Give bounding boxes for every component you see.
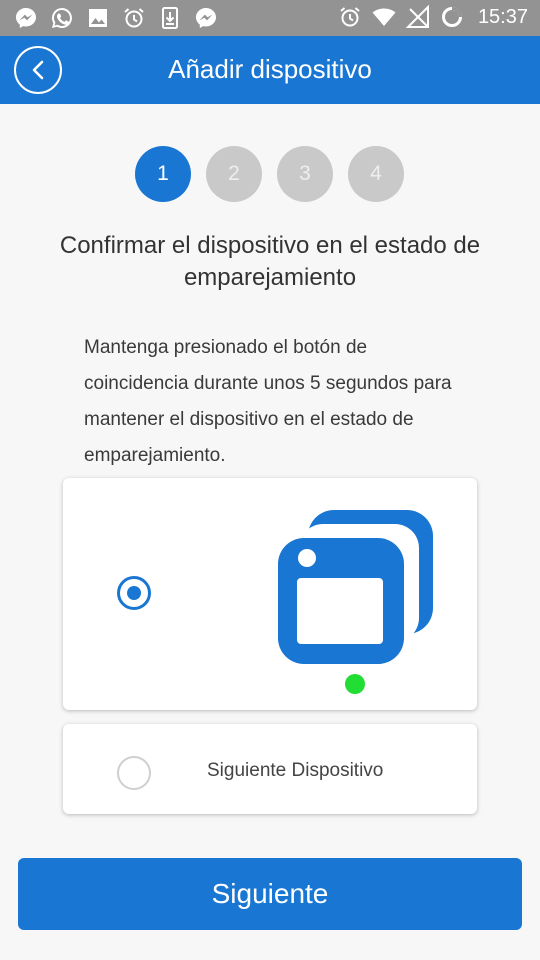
alarm-icon (340, 7, 360, 27)
download-icon (162, 7, 178, 29)
system-icons: 15:37 (338, 5, 528, 29)
status-led-icon (345, 674, 365, 694)
step-4: 4 (348, 146, 404, 202)
wifi-icon (372, 8, 396, 26)
status-bar: 15:37 (0, 0, 540, 36)
clock: 15:37 (477, 5, 528, 28)
messenger-icon (16, 8, 36, 28)
step-indicator: 1 2 3 4 (135, 146, 404, 202)
alarm-icon (124, 8, 144, 28)
image-icon (89, 9, 107, 27)
signal-icon (405, 5, 429, 28)
page-title: Añadir dispositivo (168, 54, 372, 84)
next-device-label: Siguiente Dispositivo (207, 760, 384, 781)
app-header: Añadir dispositivo (0, 36, 540, 104)
whatsapp-icon (52, 8, 72, 28)
step-1: 1 (135, 146, 191, 202)
instructions-text: Mantenga presionado el botón de coincide… (84, 337, 452, 466)
step-3: 3 (277, 146, 333, 202)
battery-icon (441, 7, 462, 27)
device-icon (278, 510, 433, 694)
messenger-icon (196, 8, 216, 28)
notification-icons (14, 6, 218, 30)
section-heading: Confirmar el dispositivo en el estado de… (59, 232, 481, 291)
next-device-radio[interactable] (117, 756, 151, 790)
next-button[interactable]: Siguiente (18, 858, 522, 930)
next-device-option-card[interactable]: Siguiente Dispositivo (63, 724, 477, 814)
step-2: 2 (206, 146, 262, 202)
device-radio[interactable] (117, 576, 151, 610)
device-option-card[interactable] (63, 478, 477, 710)
